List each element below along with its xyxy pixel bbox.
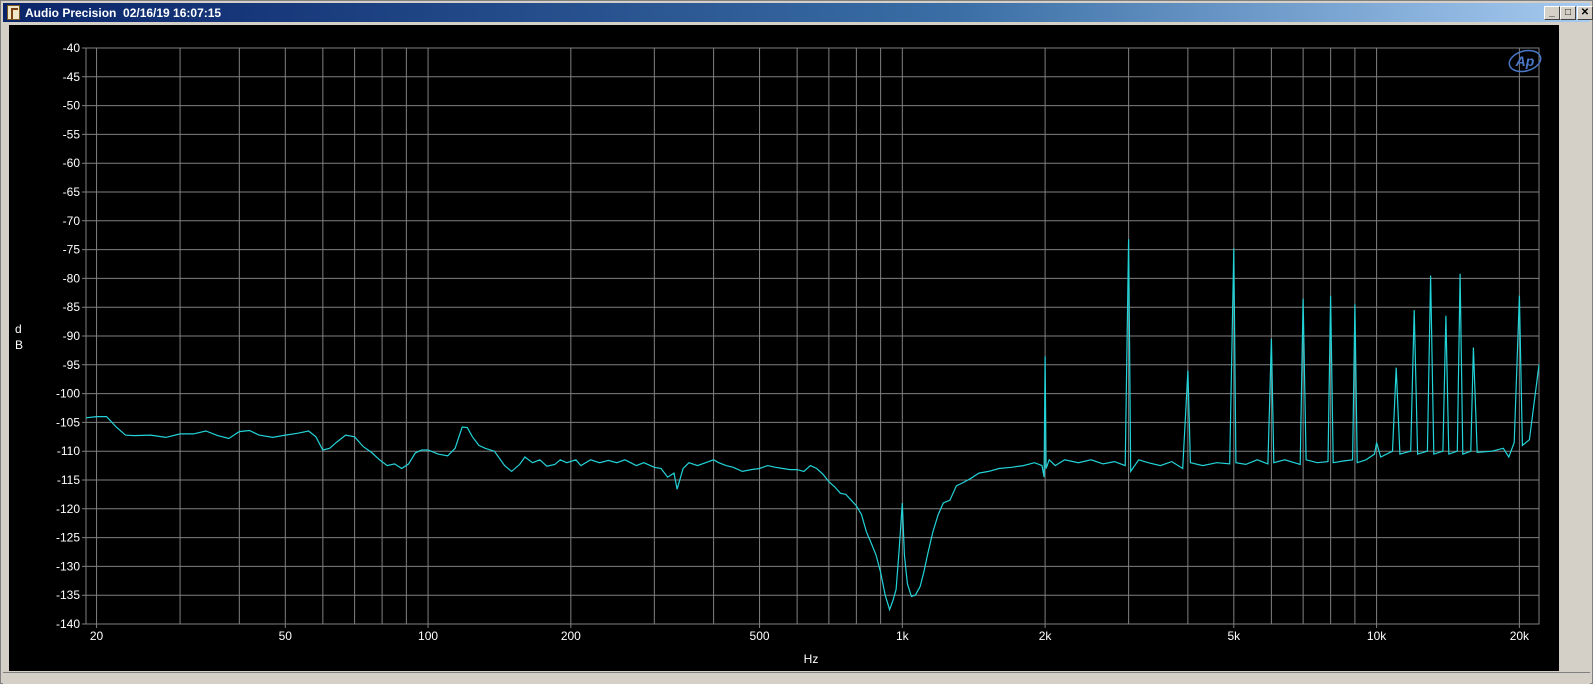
y-axis-label-top: d (15, 322, 22, 336)
x-tick-label: 2k (1039, 629, 1053, 643)
close-button[interactable]: ✕ (1577, 6, 1593, 20)
x-tick-label: 10k (1367, 629, 1387, 643)
x-tick-label: 200 (561, 629, 581, 643)
app-window: Audio Precision 02/16/19 16:07:15 _ □ ✕ … (0, 0, 1593, 684)
y-tick-label: -105 (56, 415, 80, 429)
series-trace (85, 239, 1540, 612)
y-tick-label: -85 (63, 300, 81, 314)
x-tick-label: 50 (279, 629, 293, 643)
y-tick-label: -75 (63, 243, 81, 257)
y-tick-label: -140 (56, 617, 80, 631)
window-title: Audio Precision 02/16/19 16:07:15 (25, 6, 222, 20)
y-tick-label: -45 (63, 70, 81, 84)
audio-precision-app-icon[interactable] (7, 5, 20, 20)
y-tick-label: -125 (56, 531, 80, 545)
x-tick-label: 20 (90, 629, 104, 643)
minimize-button[interactable]: _ (1544, 6, 1560, 20)
x-tick-label: 500 (750, 629, 770, 643)
ap-logo: Ap (1508, 49, 1542, 73)
y-tick-labels: -40 -45 -50 -55 -60 -65 -70 -75 -80 -85 -90 -95 -100… (56, 41, 80, 631)
graph-panel[interactable]: -40 -45 -50 -55 -60 -65 -70 -75 -80 -85 -90 -95 -100… (9, 25, 1559, 671)
y-tick-label: -130 (56, 559, 80, 573)
y-tick-label: -110 (57, 444, 80, 458)
y-tick-label: -115 (57, 473, 80, 487)
y-tick-label: -80 (63, 271, 81, 285)
title-bar[interactable]: Audio Precision 02/16/19 16:07:15 _ □ ✕ (3, 3, 1593, 22)
y-tick-label: -135 (56, 588, 80, 602)
y-tick-label: -90 (63, 329, 81, 343)
ap-logo-text: Ap (1515, 53, 1535, 69)
x-tick-label: 5k (1227, 629, 1241, 643)
y-tick-label: -120 (56, 502, 80, 516)
y-tick-label: -70 (63, 214, 81, 228)
x-tick-labels: 20 50 100 200 500 1k 2k 5k 10k 20k (90, 629, 1530, 643)
x-tick-label: 1k (896, 629, 910, 643)
y-tick-label: -95 (63, 358, 81, 372)
grid-lines (82, 47, 1540, 628)
fft-chart: -40 -45 -50 -55 -60 -65 -70 -75 -80 -85 -90 -95 -100… (15, 41, 1542, 666)
x-axis-label: Hz (804, 652, 819, 666)
maximize-button[interactable]: □ (1560, 6, 1576, 20)
status-strip (3, 672, 1590, 684)
y-tick-label: -55 (63, 127, 81, 141)
y-tick-label: -65 (63, 185, 81, 199)
y-tick-label: -40 (63, 41, 81, 55)
y-tick-label: -100 (56, 387, 80, 401)
y-tick-label: -60 (63, 156, 81, 170)
y-axis-label-bottom: B (15, 338, 23, 352)
x-tick-label: 20k (1510, 629, 1530, 643)
x-tick-label: 100 (418, 629, 438, 643)
y-tick-label: -50 (63, 99, 81, 113)
